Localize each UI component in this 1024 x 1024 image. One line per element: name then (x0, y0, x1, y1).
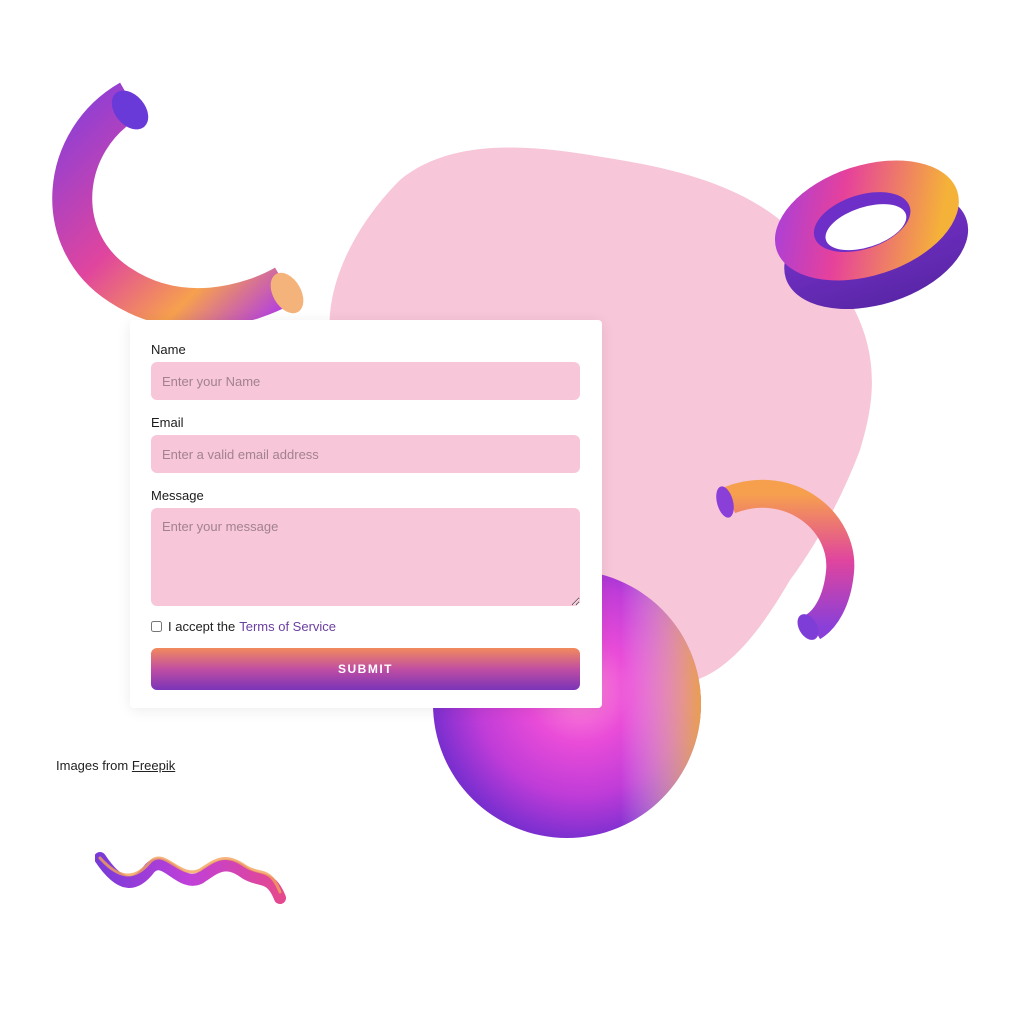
name-label: Name (151, 342, 186, 357)
contact-form: Name Email Message I accept the Terms of… (130, 320, 602, 708)
wave-ribbon-icon (95, 852, 286, 904)
email-input[interactable] (151, 435, 580, 473)
curved-tube-icon (52, 82, 304, 329)
submit-button[interactable]: SUBMIT (151, 648, 580, 690)
email-label: Email (151, 415, 184, 430)
terms-row: I accept the Terms of Service (151, 619, 580, 634)
terms-of-service-link[interactable]: Terms of Service (239, 619, 336, 634)
message-textarea[interactable] (151, 508, 580, 606)
image-credit: Images from Freepik (56, 758, 175, 773)
terms-text: I accept the (168, 619, 236, 634)
terms-checkbox[interactable] (151, 621, 162, 632)
arc-tube-icon (716, 479, 855, 640)
freepik-link[interactable]: Freepik (132, 758, 175, 773)
credit-text: Images from (56, 758, 129, 773)
message-label: Message (151, 488, 204, 503)
torus-ring-icon (774, 160, 969, 310)
name-input[interactable] (151, 362, 580, 400)
